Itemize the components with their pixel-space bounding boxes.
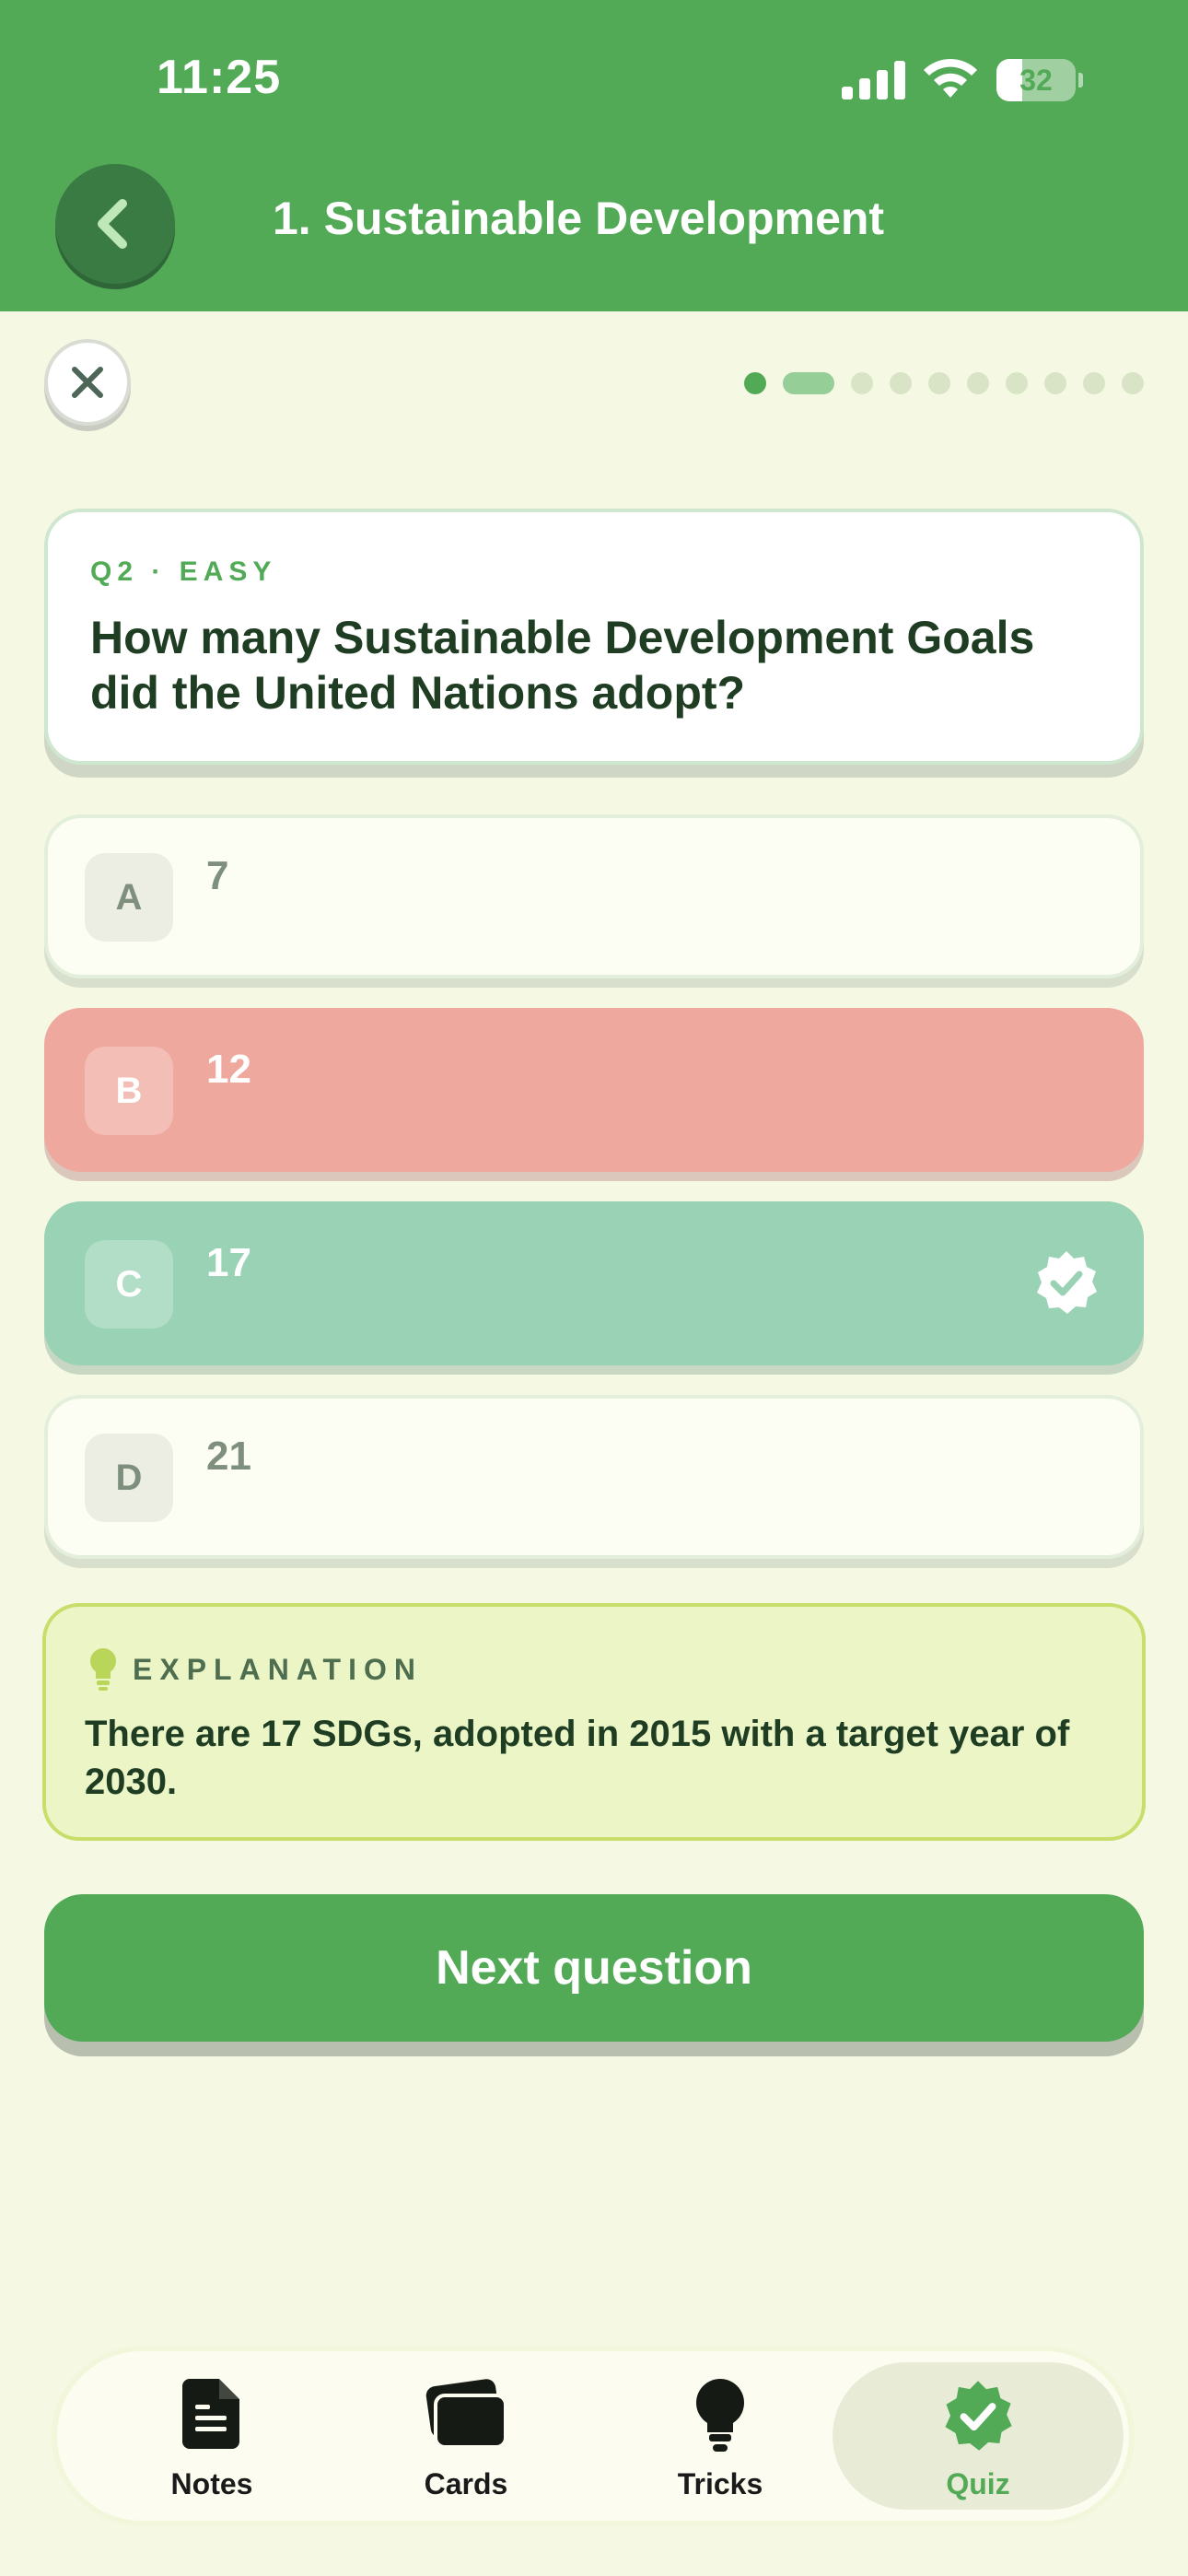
option-letter: D <box>85 1434 173 1522</box>
progress-dot <box>783 372 834 394</box>
option-text: 7 <box>206 853 229 898</box>
explanation-text: There are 17 SDGs, adopted in 2015 with … <box>85 1714 1070 1802</box>
option-d[interactable]: D 21 <box>44 1395 1144 1559</box>
explanation-box: EXPLANATION There are 17 SDGs, adopted i… <box>42 1603 1146 1841</box>
page-title: 1. Sustainable Development <box>273 193 885 244</box>
progress-dot <box>744 372 766 394</box>
notes-icon <box>182 2379 239 2449</box>
progress-dot <box>1083 372 1105 394</box>
tab-label: Cards <box>424 2467 508 2500</box>
chevron-left-icon <box>98 199 127 249</box>
bottom-tab-bar: Notes Cards Tricks Quiz <box>57 2351 1129 2521</box>
tab-tricks[interactable]: Tricks <box>593 2351 847 2521</box>
next-question-button[interactable]: Next question <box>44 1894 1144 2042</box>
progress-dot <box>1006 372 1028 394</box>
progress-dot <box>851 372 873 394</box>
progress-dot <box>1044 372 1066 394</box>
tab-label: Quiz <box>946 2467 1010 2500</box>
progress-dot <box>890 372 912 394</box>
option-a[interactable]: A 7 <box>44 814 1144 978</box>
option-b[interactable]: B 12 <box>44 1008 1144 1172</box>
tab-label: Notes <box>170 2467 253 2500</box>
tab-quiz[interactable]: Quiz <box>833 2351 1124 2521</box>
option-letter: C <box>85 1240 173 1329</box>
tab-cards[interactable]: Cards <box>339 2351 593 2521</box>
option-c[interactable]: C 17 <box>44 1201 1144 1365</box>
option-letter: A <box>85 853 173 942</box>
option-text: 21 <box>206 1434 251 1479</box>
question-meta: Q2 · EASY <box>90 556 277 587</box>
question-card: Q2 · EASY How many Sustainable Developme… <box>44 509 1144 765</box>
option-letter: B <box>85 1047 173 1135</box>
status-time: 11:25 <box>157 51 282 104</box>
tab-label: Tricks <box>677 2467 763 2500</box>
app-header: 11:25 32 1. Sustainable Development <box>0 0 1188 311</box>
correct-check-icon <box>1037 1251 1097 1314</box>
bulb-icon <box>696 2379 744 2452</box>
cards-icon <box>425 2379 507 2449</box>
progress-dot <box>928 372 950 394</box>
option-text: 12 <box>206 1047 251 1092</box>
back-button[interactable] <box>55 164 175 284</box>
progress-dot <box>967 372 989 394</box>
tab-notes[interactable]: Notes <box>85 2351 339 2521</box>
close-quiz-button[interactable] <box>44 339 131 426</box>
quiz-badge-icon <box>945 2381 1012 2451</box>
explanation-heading: EXPLANATION <box>133 1653 423 1686</box>
wifi-icon <box>924 58 977 98</box>
battery-percent: 32 <box>1019 64 1053 97</box>
question-text: How many Sustainable Development Goals d… <box>90 612 1035 719</box>
option-text: 17 <box>206 1240 251 1285</box>
progress-dot <box>1122 372 1144 394</box>
close-icon <box>72 367 103 398</box>
lightbulb-icon <box>90 1648 116 1691</box>
battery-indicator: 32 <box>996 59 1083 101</box>
cellular-signal-icon <box>842 61 905 100</box>
